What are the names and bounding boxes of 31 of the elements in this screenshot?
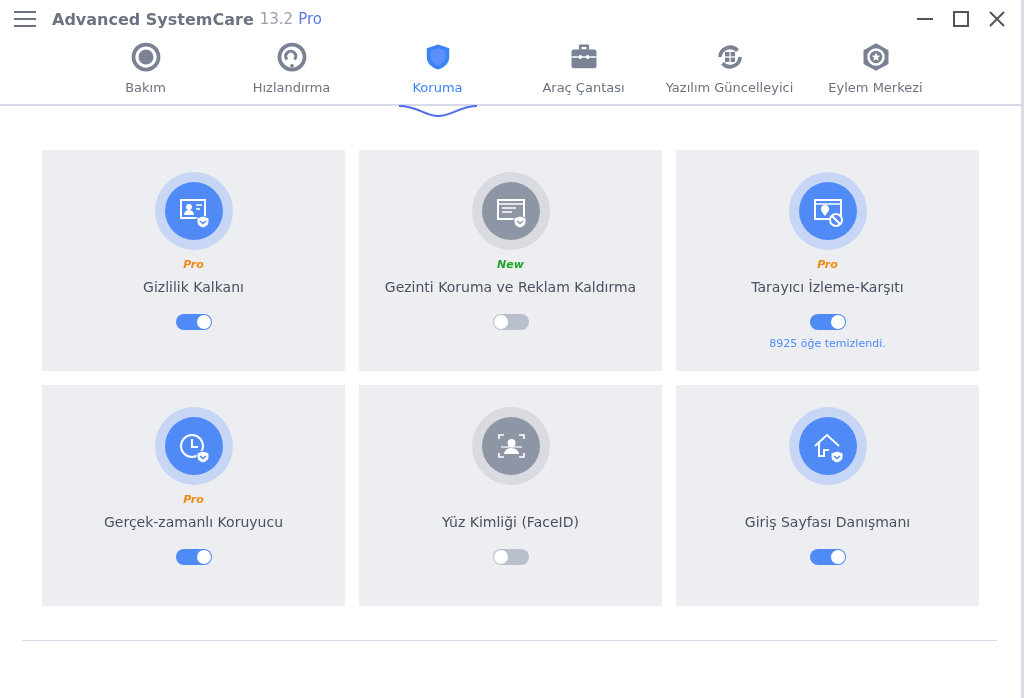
close-icon[interactable]: [987, 9, 1007, 29]
gauge-icon[interactable]: [276, 42, 307, 72]
nav-tab[interactable]: Yazılım Güncelleyici: [656, 38, 803, 104]
status-note: 8925 öğe temizlendi.: [769, 337, 886, 350]
toggle-switch[interactable]: [175, 549, 212, 565]
toggle-switch[interactable]: [809, 549, 846, 565]
feature-title: Giriş Sayfası Danışmanı: [744, 514, 911, 530]
toggle-switch[interactable]: [175, 314, 212, 330]
menu-icon[interactable]: [14, 11, 36, 27]
feature-title: Gizlilik Kalkanı: [143, 279, 244, 295]
feature-title: Tarayıcı İzleme-Karşıtı: [751, 279, 904, 295]
maximize-icon[interactable]: [951, 9, 971, 29]
feature-title: Gerçek-zamanlı Koruyucu: [103, 514, 283, 530]
nav-tab[interactable]: Koruma: [364, 38, 511, 104]
app-edition: Pro: [298, 10, 322, 28]
badge-label: Pro: [183, 257, 204, 273]
feature-title: Gezinti Koruma ve Reklam Kaldırma: [384, 279, 637, 295]
nav-tab[interactable]: Eylem Merkezi: [802, 38, 949, 104]
badge-label: New: [497, 257, 524, 273]
nav-tab[interactable]: Bakım: [72, 38, 219, 104]
badge-label: Pro: [817, 257, 838, 273]
toggle-switch[interactable]: [809, 314, 846, 330]
ring-icon[interactable]: [130, 42, 161, 72]
feature-title: Yüz Kimliği (FaceID): [442, 514, 579, 530]
toggle-switch[interactable]: [492, 314, 529, 330]
nav-tab[interactable]: Araç Çantası: [510, 38, 657, 104]
nav-tab[interactable]: Hızlandırma: [218, 38, 365, 104]
app-version: 13.2: [259, 10, 294, 28]
app-title: Advanced SystemCare: [52, 9, 254, 29]
toggle-switch[interactable]: [492, 549, 529, 565]
badge-label: Pro: [183, 492, 204, 508]
